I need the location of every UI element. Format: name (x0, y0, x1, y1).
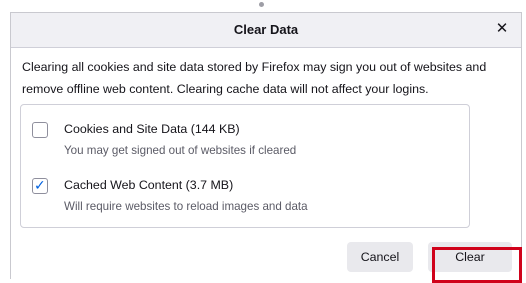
close-icon[interactable]: ✕ (491, 18, 513, 40)
cache-label[interactable]: Cached Web Content (3.7 MB) (64, 178, 233, 192)
cache-checkbox[interactable]: ✓ (32, 177, 48, 194)
clear-button[interactable]: Clear (428, 242, 512, 272)
options-group: Cookies and Site Data (144 KB) You may g… (20, 104, 470, 228)
cancel-button[interactable]: Cancel (347, 242, 413, 272)
cookies-checkbox[interactable] (32, 122, 48, 138)
dialog-titlebar: Clear Data ✕ (11, 13, 521, 48)
cookies-label[interactable]: Cookies and Site Data (144 KB) (64, 122, 240, 136)
cookies-subtext: You may get signed out of websites if cl… (64, 144, 297, 157)
checkmark-icon: ✓ (34, 177, 46, 193)
dialog-title: Clear Data (233, 22, 299, 37)
dialog-description: Clearing all cookies and site data store… (22, 60, 487, 96)
option-cache[interactable]: ✓ Cached Web Content (3.7 MB) Will requi… (21, 175, 469, 225)
window-handle-dot (259, 2, 264, 7)
option-cookies[interactable]: Cookies and Site Data (144 KB) You may g… (21, 119, 469, 169)
cache-subtext: Will require websites to reload images a… (64, 200, 308, 213)
